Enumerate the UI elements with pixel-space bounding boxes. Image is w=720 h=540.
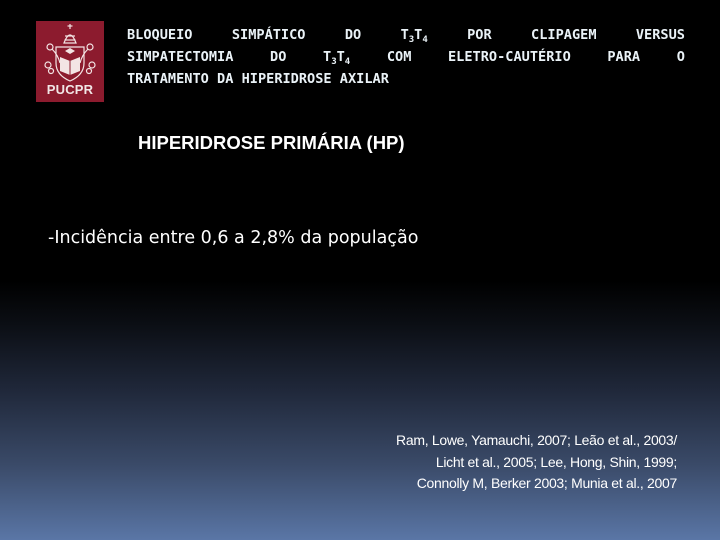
title-word: COM xyxy=(386,49,412,65)
title-word-t3t4: T3T4 xyxy=(323,49,351,67)
title-word: O xyxy=(676,49,685,65)
reference-line: Licht et al., 2005; Lee, Hong, Shin, 199… xyxy=(435,453,677,470)
slide-title: BLOQUEIO SIMPÁTICO DO T3T4 POR CLIPAGEM … xyxy=(127,24,685,90)
title-line-3: TRATAMENTO DA HIPERIDROSE AXILAR xyxy=(127,71,389,87)
title-line-2: SIMPATECTOMIA DO T3T4 COM ELETRO-CAUTÉRI… xyxy=(127,46,685,68)
title-word: POR xyxy=(467,27,492,43)
title-word: BLOQUEIO xyxy=(127,27,193,43)
pucpr-logo: PUCPR xyxy=(36,21,104,102)
title-word: CLIPAGEM xyxy=(531,27,597,43)
reference-line: Connolly M, Berker 2003; Munia et al., 2… xyxy=(416,475,678,491)
references: Ram, Lowe, Yamauchi, 2007; Leão et al., … xyxy=(396,430,677,495)
logo-text: PUCPR xyxy=(46,82,94,97)
title-word: ELETRO-CAUTÉRIO xyxy=(448,49,571,65)
reference-line: Ram, Lowe, Yamauchi, 2007; Leão et al., … xyxy=(396,432,677,448)
title-word: VERSUS xyxy=(635,27,685,43)
title-line-1: BLOQUEIO SIMPÁTICO DO T3T4 POR CLIPAGEM … xyxy=(127,24,685,46)
title-word: PARA xyxy=(607,49,641,65)
slide: PUCPR BLOQUEIO SIMPÁTICO DO T3T4 POR CLI… xyxy=(0,0,720,540)
title-word: SIMPATECTOMIA xyxy=(127,49,234,65)
title-word-t3t4: T3T4 xyxy=(400,27,428,45)
title-word: DO xyxy=(270,49,287,65)
bullet-item: -Incidência entre 0,6 a 2,8% da populaçã… xyxy=(48,228,419,248)
section-heading: HIPERIDROSE PRIMÁRIA (HP) xyxy=(138,132,405,153)
title-word: SIMPÁTICO xyxy=(231,27,306,43)
title-word: DO xyxy=(344,27,362,43)
